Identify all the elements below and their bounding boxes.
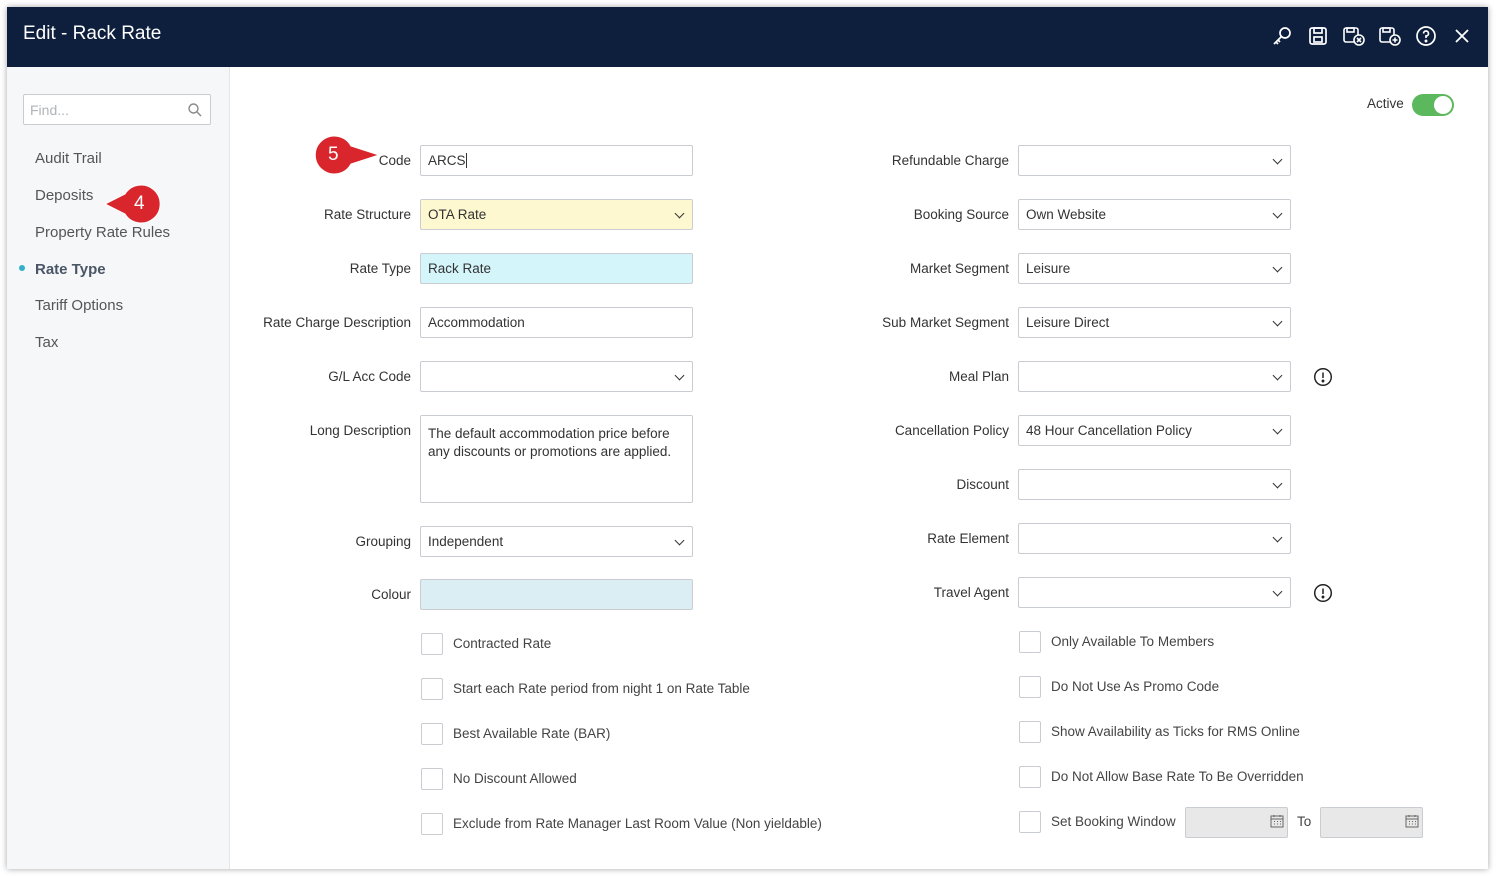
active-label: Active [1367,96,1404,111]
window-title: Edit - Rack Rate [23,23,162,44]
rate-structure-label: Rate Structure [323,207,411,222]
market-segment-label: Market Segment [909,261,1009,276]
gl-acc-code-select[interactable] [420,361,693,392]
sub-market-segment-select[interactable]: Leisure Direct [1018,307,1291,338]
code-label: Code [378,153,411,168]
step-number-5: 5 [328,144,339,165]
code-input[interactable]: ARCS [420,145,693,176]
text-cursor [465,153,467,168]
sidebar-item-tariff-options[interactable]: Tariff Options [35,297,123,314]
colour-label: Colour [371,587,411,602]
meal-plan-info-icon[interactable] [1313,367,1333,387]
key-icon[interactable] [1270,24,1294,48]
best-available-rate-checkbox[interactable] [421,723,443,745]
refundable-charge-select[interactable] [1018,145,1291,176]
save-and-new-icon[interactable] [1378,24,1402,48]
toggle-knob [1434,96,1452,114]
step-callout-4: 4 [103,182,167,226]
sub-market-segment-label: Sub Market Segment [882,315,1009,330]
meal-plan-select[interactable] [1018,361,1291,392]
help-icon[interactable] [1414,24,1438,48]
step-number-4: 4 [134,193,145,214]
booking-source-select[interactable]: Own Website [1018,199,1291,230]
contracted-rate-label: Contracted Rate [453,636,552,651]
market-segment-select[interactable]: Leisure [1018,253,1291,284]
title-bar: Edit - Rack Rate [7,7,1488,67]
meal-plan-label: Meal Plan [948,369,1009,384]
close-icon[interactable] [1450,24,1474,48]
sidebar-search-input[interactable] [24,95,184,124]
do-not-use-as-promo-code-label: Do Not Use As Promo Code [1051,679,1220,694]
save-and-close-icon[interactable] [1342,24,1366,48]
no-discount-allowed-checkbox[interactable] [421,768,443,790]
rate-structure-select[interactable]: OTA Rate [420,199,693,230]
rate-element-select[interactable] [1018,523,1291,554]
long-description-textarea[interactable]: The default accommodation price before a… [420,415,693,503]
gl-acc-code-label: G/L Acc Code [328,369,411,384]
search-icon[interactable] [187,102,203,118]
colour-picker[interactable] [420,579,693,610]
main-form: Active 5 Code ARCS Rate Structure OTA Ra… [231,67,1488,869]
booking-source-label: Booking Source [913,207,1009,222]
cancellation-policy-label: Cancellation Policy [894,423,1009,438]
exclude-last-room-value-checkbox[interactable] [421,813,443,835]
refundable-charge-label: Refundable Charge [891,153,1009,168]
active-indicator-dot [19,265,25,271]
contracted-rate-checkbox[interactable] [421,633,443,655]
grouping-select[interactable]: Independent [420,526,693,557]
code-value: ARCS [428,153,466,168]
rate-charge-description-label: Rate Charge Description [263,315,411,330]
best-available-rate-label: Best Available Rate (BAR) [453,726,611,741]
start-rate-period-checkbox[interactable] [421,678,443,700]
calendar-icon[interactable] [1405,814,1419,828]
do-not-allow-base-rate-override-checkbox[interactable] [1019,766,1041,788]
long-description-label: Long Description [309,423,411,438]
travel-agent-info-icon[interactable] [1313,583,1333,603]
start-rate-period-label: Start each Rate period from night 1 on R… [453,681,750,696]
active-toggle[interactable] [1412,94,1454,116]
discount-label: Discount [956,477,1009,492]
exclude-last-room-value-label: Exclude from Rate Manager Last Room Valu… [453,816,822,831]
sidebar-item-audit-trail[interactable]: Audit Trail [35,150,102,167]
travel-agent-select[interactable] [1018,577,1291,608]
show-availability-ticks-label: Show Availability as Ticks for RMS Onlin… [1051,724,1300,739]
rate-element-label: Rate Element [927,531,1009,546]
travel-agent-label: Travel Agent [933,585,1009,600]
rate-charge-description-input[interactable]: Accommodation [420,307,693,338]
booking-window-to-label: To [1297,814,1312,829]
only-available-to-members-checkbox[interactable] [1019,631,1041,653]
find-box [23,94,211,125]
save-icon[interactable] [1306,24,1330,48]
set-booking-window-label: Set Booking Window [1051,814,1176,829]
rate-type-input[interactable]: Rack Rate [420,253,693,284]
do-not-allow-base-rate-override-label: Do Not Allow Base Rate To Be Overridden [1051,769,1304,784]
rate-type-label: Rate Type [349,261,411,276]
grouping-label: Grouping [355,534,411,549]
edit-rate-window: Edit - Rack Rate Find... Audit Trail Dep… [7,7,1488,869]
sidebar-item-property-rate-rules[interactable]: Property Rate Rules [35,224,170,241]
set-booking-window-checkbox[interactable] [1019,811,1041,833]
only-available-to-members-label: Only Available To Members [1051,634,1215,649]
show-availability-ticks-checkbox[interactable] [1019,721,1041,743]
discount-select[interactable] [1018,469,1291,500]
sidebar-item-rate-type[interactable]: Rate Type [35,261,106,278]
sidebar-item-deposits[interactable]: Deposits [35,187,93,204]
no-discount-allowed-label: No Discount Allowed [453,771,577,786]
do-not-use-as-promo-code-checkbox[interactable] [1019,676,1041,698]
calendar-icon[interactable] [1270,814,1284,828]
step-callout-5: 5 [309,133,381,177]
sidebar-item-tax[interactable]: Tax [35,334,58,351]
cancellation-policy-select[interactable]: 48 Hour Cancellation Policy [1018,415,1291,446]
toolbar [1270,24,1474,48]
